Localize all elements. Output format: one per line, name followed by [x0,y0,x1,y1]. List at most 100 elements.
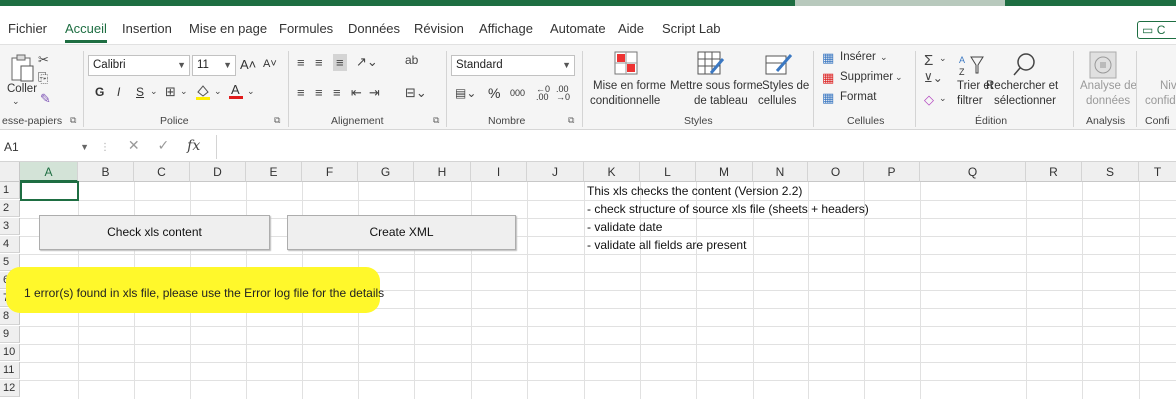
shrink-font-icon[interactable]: A˅ [263,58,277,70]
tab-aide[interactable]: Aide [618,18,644,40]
clear-icon[interactable]: ◇ [924,93,934,106]
percent-button[interactable]: % [488,85,500,101]
tab-insertion[interactable]: Insertion [122,18,172,40]
conditional-formatting-label-2[interactable]: conditionnelle [590,95,660,107]
enter-icon[interactable]: ✓ [158,137,170,153]
decrease-indent-icon[interactable]: ⇤ [351,86,362,99]
format-painter-icon[interactable]: ✎ [40,92,51,105]
tab-donnees[interactable]: Données [348,18,400,40]
grow-font-icon[interactable]: A˄ [240,57,256,72]
format-button[interactable]: Format [840,91,876,103]
insert-button[interactable]: Insérer [840,51,876,63]
find-select-label-2[interactable]: sélectionner [994,95,1056,107]
column-header[interactable]: J [527,162,584,182]
sort-filter-icon[interactable]: AZ [958,53,986,80]
italic-button[interactable]: I [117,85,120,99]
tab-automate[interactable]: Automate [550,18,606,40]
share-button[interactable]: ▭ C [1137,21,1176,39]
chevron-down-icon[interactable]: ⌄ [180,87,188,96]
chevron-down-icon[interactable]: ⌄ [12,97,20,106]
paste-label[interactable]: Coller [7,83,37,95]
column-header[interactable]: H [414,162,471,182]
autosum-icon[interactable]: Σ [924,53,933,68]
orientation-icon[interactable]: ↗⌄ [356,55,378,68]
confidentiality-label-2[interactable]: confid [1145,95,1176,107]
cancel-icon[interactable]: ✕ [128,137,140,153]
sort-filter-label-2[interactable]: filtrer [957,95,983,107]
column-header[interactable]: C [134,162,190,182]
underline-button[interactable]: S [136,85,144,99]
active-cell[interactable] [20,181,79,201]
format-as-table-label-2[interactable]: de tableau [694,95,748,107]
check-xls-content-button[interactable]: Check xls content [39,215,270,250]
format-as-table-label[interactable]: Mettre sous forme [670,80,763,92]
analyze-data-label-2[interactable]: données [1086,95,1130,107]
worksheet-grid[interactable]: A B C D E F G H I J K L M N O P Q R S T … [0,162,1176,399]
insert-icon[interactable]: ▦ [822,51,834,64]
decrease-decimal-icon[interactable]: .00 →0 [556,85,570,102]
merge-center-icon[interactable]: ⊟⌄ [405,86,427,99]
column-header[interactable]: M [696,162,753,182]
bold-button[interactable]: G [95,85,104,99]
font-name-select[interactable]: Calibri ▼ [88,55,190,76]
tab-fichier[interactable]: Fichier [8,18,47,40]
clipboard-launcher-icon[interactable]: ⧉ [70,115,76,126]
cell-styles-icon[interactable] [765,51,793,80]
increase-decimal-icon[interactable]: ←0.00 [536,85,550,102]
column-header[interactable]: R [1026,162,1082,182]
thousands-button[interactable]: 000 [510,88,525,98]
number-launcher-icon[interactable]: ⧉ [568,115,574,126]
chevron-down-icon[interactable]: ⌄ [895,73,903,82]
row-header[interactable]: 12 [0,380,20,397]
formula-input[interactable] [216,135,1176,159]
increase-indent-icon[interactable]: ⇥ [369,86,380,99]
column-header[interactable]: I [471,162,527,182]
column-header[interactable]: G [358,162,414,182]
row-header[interactable]: 11 [0,362,20,379]
column-header[interactable]: S [1082,162,1139,182]
format-icon[interactable]: ▦ [822,91,834,104]
tab-affichage[interactable]: Affichage [479,18,533,40]
select-all-corner[interactable] [0,162,20,182]
column-header[interactable]: N [753,162,808,182]
column-header[interactable]: A [20,162,78,182]
column-header[interactable]: Q [920,162,1026,182]
analyze-data-icon[interactable] [1089,51,1117,82]
create-xml-button[interactable]: Create XML [287,215,516,250]
name-box[interactable]: A1 ▼ [0,137,93,158]
column-header[interactable]: K [584,162,640,182]
font-launcher-icon[interactable]: ⧉ [274,115,280,126]
row-header[interactable]: 10 [0,344,20,361]
row-header[interactable]: 4 [0,236,20,253]
font-color-icon[interactable]: A [228,82,244,104]
row-header[interactable]: 2 [0,200,20,217]
tab-script-lab[interactable]: Script Lab [662,18,721,40]
tab-revision[interactable]: Révision [414,18,464,40]
chevron-down-icon[interactable]: ⌄ [247,87,255,96]
conditional-formatting-label[interactable]: Mise en forme [593,80,666,92]
align-top-icon[interactable]: ≡ [297,56,305,69]
title-search-area[interactable] [795,0,1005,6]
row-header[interactable]: 9 [0,326,20,343]
alignment-launcher-icon[interactable]: ⧉ [433,115,439,126]
column-header[interactable]: B [78,162,134,182]
chevron-down-icon[interactable]: ⌄ [214,87,222,96]
cell-styles-label[interactable]: Styles de [762,80,809,92]
column-header[interactable]: P [864,162,920,182]
insert-function-icon[interactable]: fx [187,138,200,154]
font-size-select[interactable]: 11 ▼ [192,55,236,76]
column-header[interactable]: O [808,162,864,182]
align-middle-icon[interactable]: ≡ [315,56,323,69]
column-header[interactable]: E [246,162,302,182]
analyze-data-label[interactable]: Analyse de [1080,80,1137,92]
tab-mise-en-page[interactable]: Mise en page [189,18,267,40]
paste-icon[interactable] [9,53,35,86]
conditional-formatting-icon[interactable] [614,51,640,80]
column-header[interactable]: T [1139,162,1176,182]
align-left-icon[interactable]: ≡ [297,86,305,99]
row-header[interactable]: 1 [0,182,20,199]
wrap-text-icon[interactable]: ab [405,54,418,66]
row-header[interactable]: 3 [0,218,20,235]
tab-accueil[interactable]: Accueil [65,18,107,43]
align-bottom-icon[interactable]: ≡ [333,54,347,71]
